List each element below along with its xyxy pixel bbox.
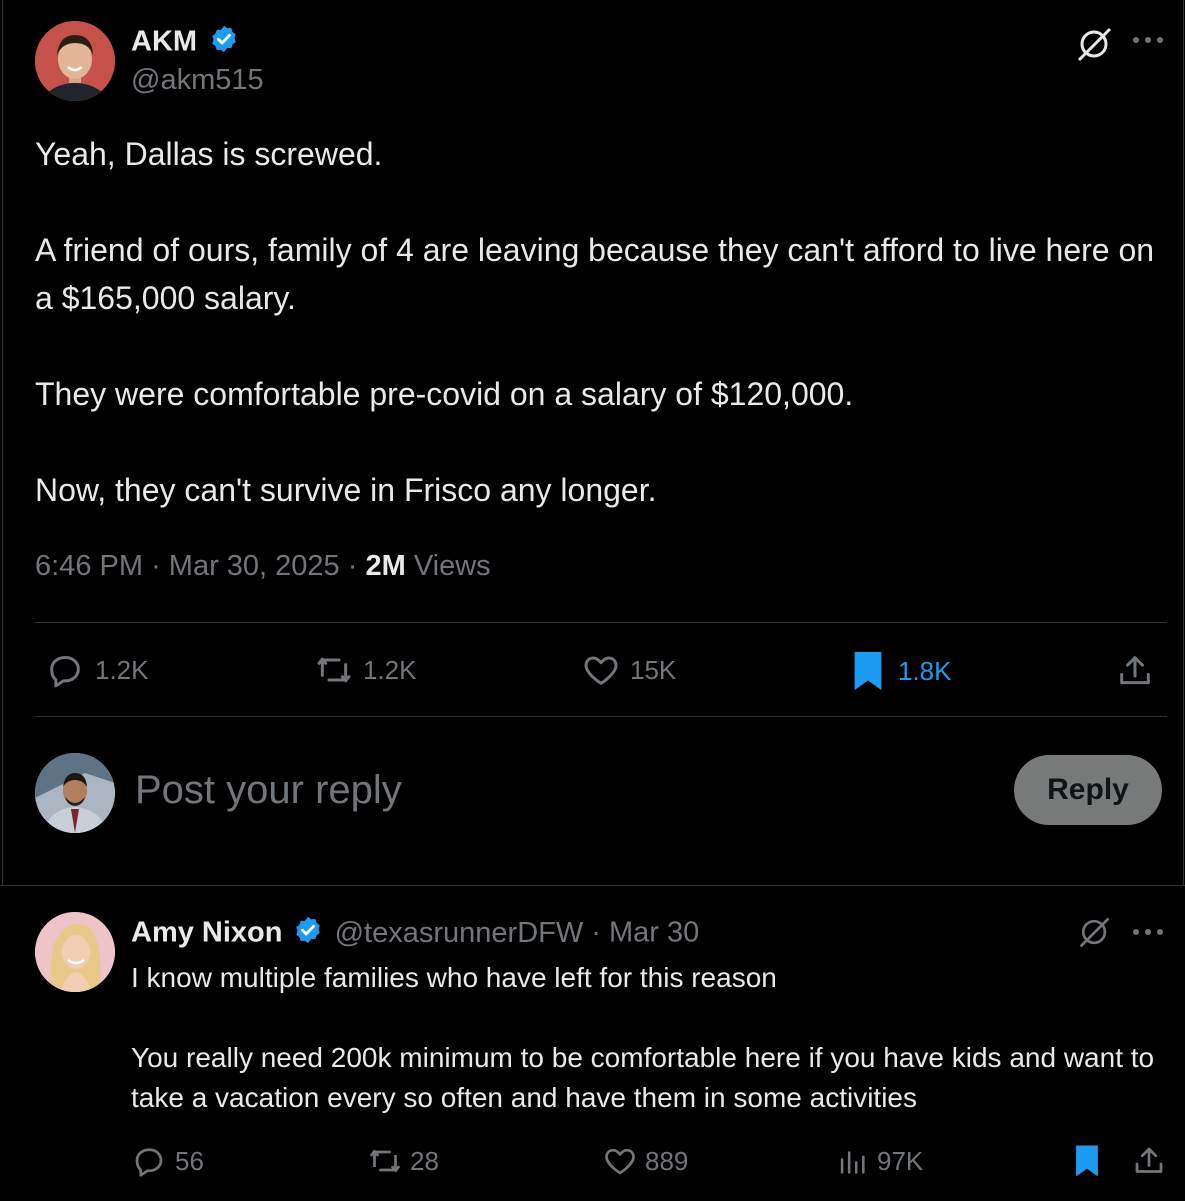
repost-action[interactable]: 28 (366, 1143, 439, 1179)
reply-body: I know multiple families who have left f… (131, 958, 1166, 1118)
repost-action[interactable]: 1.2K (313, 650, 417, 690)
views-label: Views (413, 550, 491, 582)
reply-action[interactable]: 1.2K (45, 650, 149, 690)
author-name[interactable]: AKM (131, 26, 197, 58)
post-time[interactable]: 6:46 PM (35, 550, 143, 582)
divider (35, 716, 1167, 717)
reply-date[interactable]: Mar 30 (609, 917, 699, 949)
repost-icon (366, 1143, 404, 1179)
more-icon[interactable] (1131, 30, 1165, 55)
views-count: 2M (365, 550, 406, 582)
verified-icon (209, 24, 239, 62)
views-icon (835, 1143, 869, 1179)
reply-input[interactable]: Post your reply (135, 765, 402, 815)
reply-author-name[interactable]: Amy Nixon (131, 917, 282, 949)
author-avatar[interactable] (35, 21, 115, 101)
meta-separator: · (151, 550, 169, 582)
meta-separator: · (347, 550, 366, 582)
like-icon (580, 650, 622, 690)
user-avatar[interactable] (35, 753, 115, 833)
share-icon[interactable] (1131, 1143, 1167, 1184)
bookmark-icon[interactable] (1073, 1143, 1101, 1184)
reply-author-avatar[interactable] (35, 912, 115, 992)
bookmark-icon (850, 650, 886, 692)
grok-icon[interactable] (1075, 24, 1115, 69)
post-body: Yeah, Dallas is screwed. A friend of our… (35, 136, 1155, 508)
reply-author-handle[interactable]: @texasrunnerDFW (335, 917, 584, 949)
divider (0, 885, 1185, 886)
reply-count: 1.2K (95, 654, 149, 685)
divider (35, 622, 1167, 623)
author-handle[interactable]: @akm515 (131, 64, 264, 97)
left-border (2, 0, 3, 885)
grok-icon[interactable] (1077, 914, 1113, 955)
verified-icon (293, 915, 323, 953)
right-border (1183, 0, 1184, 885)
repost-count: 1.2K (363, 654, 417, 685)
share-action[interactable] (1115, 651, 1155, 691)
reply-icon (131, 1143, 167, 1179)
repost-count: 28 (410, 1145, 439, 1176)
author-row: AKM (131, 24, 239, 62)
reply-count: 56 (175, 1145, 204, 1176)
reply-button[interactable]: Reply (1014, 755, 1162, 825)
like-action[interactable]: 15K (580, 650, 676, 690)
like-count: 889 (645, 1145, 689, 1176)
bookmark-action[interactable]: 1.8K (850, 650, 952, 692)
like-icon (601, 1143, 639, 1179)
reply-action[interactable]: 56 (131, 1143, 204, 1179)
reply-body-line: You really need 200k minimum to be comfo… (131, 1042, 1155, 1113)
like-action[interactable]: 889 (601, 1143, 688, 1179)
share-icon (1115, 651, 1155, 691)
reply-header: Amy Nixon @texasrunnerDFW · Mar 30 (131, 915, 699, 953)
more-icon[interactable] (1131, 922, 1165, 947)
views-count: 97K (877, 1145, 924, 1176)
views-action[interactable]: 97K (835, 1143, 923, 1179)
meta-separator: · (591, 916, 610, 949)
like-count: 15K (630, 654, 677, 685)
bookmark-count: 1.8K (898, 655, 952, 686)
reply-body-line: I know multiple families who have left f… (131, 962, 777, 993)
reply-icon (45, 650, 85, 690)
repost-icon (313, 650, 355, 690)
post-date[interactable]: Mar 30, 2025 (169, 550, 340, 582)
post-meta: 6:46 PM · Mar 30, 2025 · 2M Views (35, 550, 491, 583)
